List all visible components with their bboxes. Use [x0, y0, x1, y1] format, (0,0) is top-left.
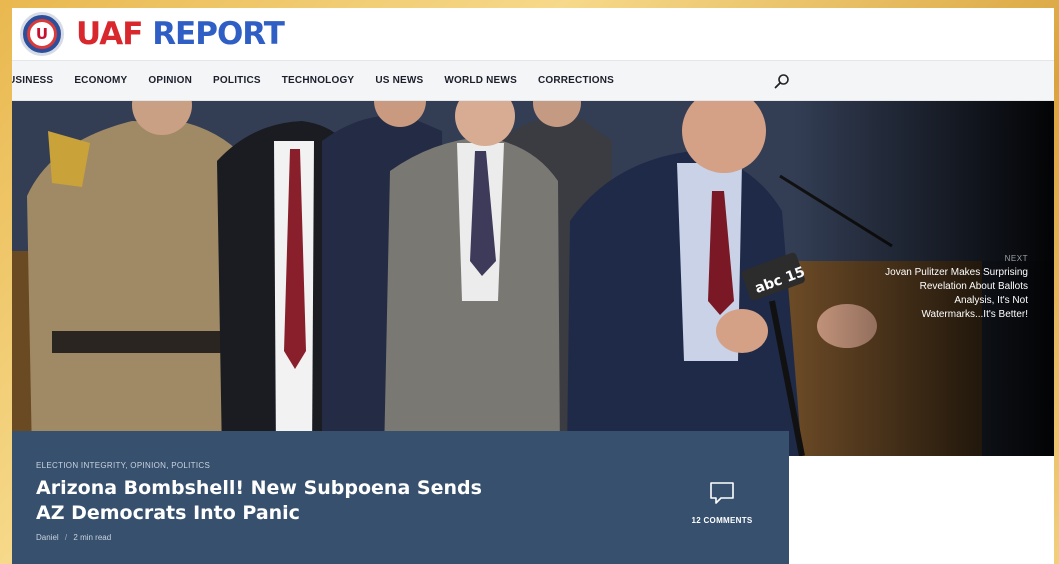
article-meta: Daniel / 2 min read: [36, 533, 111, 542]
comment-bubble-icon: [710, 482, 734, 504]
next-post-link[interactable]: NEXT Jovan Pulitzer Makes Surprising Rev…: [878, 254, 1028, 322]
nav-item-world-news[interactable]: WORLD NEWS: [444, 75, 517, 86]
site-header: U UAF REPORT: [12, 8, 1054, 60]
article-categories[interactable]: ELECTION INTEGRITY, OPINION, POLITICS: [36, 461, 210, 470]
next-post-title[interactable]: Jovan Pulitzer Makes Surprising Revelati…: [878, 266, 1028, 322]
nav-item-technology[interactable]: TECHNOLOGY: [282, 75, 355, 86]
article-title[interactable]: Arizona Bombshell! New Subpoena Sends AZ…: [36, 476, 506, 526]
meta-separator: /: [64, 533, 68, 542]
article-card: ELECTION INTEGRITY, OPINION, POLITICS Ar…: [12, 431, 789, 564]
brand-report: REPORT: [152, 16, 285, 52]
nav-item-economy[interactable]: ECONOMY: [74, 75, 127, 86]
nav-item-opinion[interactable]: OPINION: [148, 75, 192, 86]
next-label: NEXT: [1004, 254, 1028, 263]
site-logo[interactable]: U: [20, 12, 64, 56]
logo-letter: U: [35, 25, 49, 43]
comments-link[interactable]: 12 COMMENTS: [682, 481, 762, 525]
search-icon[interactable]: [774, 73, 790, 89]
author-name[interactable]: Daniel: [36, 533, 59, 542]
site-title[interactable]: UAF REPORT: [76, 16, 285, 52]
nav-item-corrections[interactable]: CORRECTIONS: [538, 75, 614, 86]
nav-item-politics[interactable]: POLITICS: [213, 75, 261, 86]
main-nav: USINESS ECONOMY OPINION POLITICS TECHNOL…: [12, 60, 1054, 101]
nav-item-business[interactable]: USINESS: [12, 75, 53, 86]
read-time: 2 min read: [73, 533, 112, 542]
logo-emblem: U: [27, 19, 57, 49]
page-frame: U UAF REPORT USINESS ECONOMY OPINION POL…: [12, 8, 1054, 564]
nav-item-us-news[interactable]: US NEWS: [375, 75, 423, 86]
comments-count: 12 COMMENTS: [691, 516, 753, 525]
brand-uaf: UAF: [76, 16, 143, 52]
